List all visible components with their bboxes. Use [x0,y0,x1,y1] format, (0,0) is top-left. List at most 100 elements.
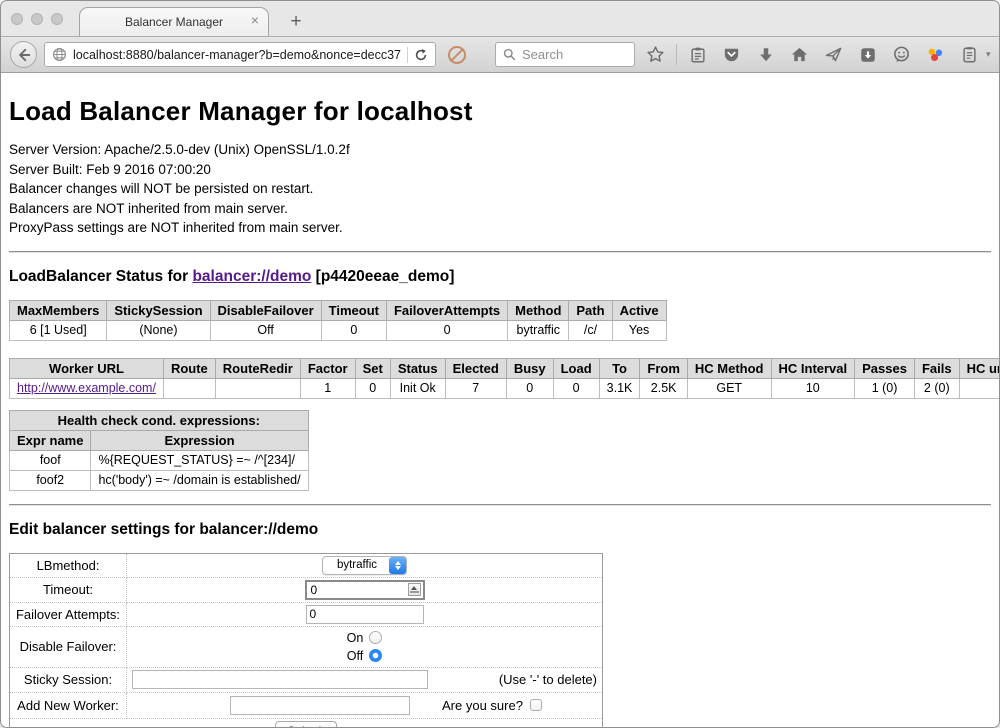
proxypass-note: ProxyPass settings are NOT inherited fro… [9,218,991,238]
lbmethod-selected-value: bytraffic [337,559,389,571]
browser-tab[interactable]: Balancer Manager × [79,7,269,36]
failover-attempts-input[interactable] [306,605,424,624]
are-you-sure-checkbox[interactable] [530,699,542,711]
toolbar-separator [676,44,677,65]
page-content: Load Balancer Manager for localhost Serv… [1,73,999,728]
timeout-label: Timeout: [10,577,127,602]
page-title: Load Balancer Manager for localhost [9,73,991,127]
edit-settings-heading: Edit balancer settings for balancer://de… [9,521,991,539]
balancer-demo-link[interactable]: balancer://demo [192,268,311,285]
submit-button[interactable]: Submit [275,721,336,728]
blocked-content-icon[interactable] [443,41,470,68]
radio-off-label: Off [347,649,363,663]
balancer-settings-form: LBmethod: bytraffic Timeout: 0 [9,553,603,728]
failover-attempts-label: Failover Attempts: [10,602,127,626]
url-bar[interactable]: localhost:8880/balancer-manager?b=demo&n… [44,42,436,67]
form-row-sticky: Sticky Session: (Use '-' to delete) [10,667,603,692]
inherit-note: Balancers are NOT inherited from main se… [9,199,991,219]
bookmark-star-icon[interactable] [642,41,669,68]
lbmethod-select[interactable]: bytraffic [322,556,407,575]
globe-icon [52,47,67,62]
close-window-button[interactable] [11,13,23,25]
download-box-icon[interactable] [854,41,881,68]
minimize-window-button[interactable] [31,13,43,25]
navigation-toolbar: localhost:8880/balancer-manager?b=demo&n… [1,36,999,73]
form-row-add-worker: Add New Worker: Are you sure? [10,692,603,718]
table-title-row: Health check cond. expressions: [10,410,309,430]
chat-smiley-icon[interactable] [888,41,915,68]
health-table-title: Health check cond. expressions: [10,410,309,430]
back-button[interactable] [10,41,37,68]
form-row-lbmethod: LBmethod: bytraffic [10,553,603,577]
col-maxmembers: MaxMembers [10,300,107,320]
pocket-icon[interactable] [718,41,745,68]
back-arrow-icon [17,48,31,62]
status-heading-prefix: LoadBalancer Status for [9,268,188,285]
dropdown-caret-icon[interactable]: ▾ [986,49,996,60]
download-helper-icon[interactable] [922,41,949,68]
new-tab-button[interactable]: + [283,11,309,33]
tab-close-icon[interactable]: × [251,13,259,27]
col-active: Active [612,300,666,320]
send-icon[interactable] [820,41,847,68]
health-check-table: Health check cond. expressions: Expr nam… [9,410,309,491]
url-text[interactable]: localhost:8880/balancer-manager?b=demo&n… [73,48,401,62]
loadbalancer-status-heading: LoadBalancer Status for balancer://demo … [9,268,991,286]
divider [9,251,991,253]
sticky-session-label: Sticky Session: [10,667,127,692]
worker-row: http://www.example.com/ 1 0 Init Ok 7 0 … [10,378,1000,398]
number-stepper-icon[interactable] [408,583,421,596]
balancer-status-table: MaxMembers StickySession DisableFailover… [9,300,667,341]
lbmethod-label: LBmethod: [10,553,127,577]
server-version: Server Version: Apache/2.5.0-dev (Unix) … [9,140,991,160]
sticky-session-hint: (Use '-' to delete) [499,672,599,687]
radio-on-label: On [347,631,364,645]
search-bar[interactable] [495,42,635,67]
timeout-input[interactable]: 0 [305,580,425,600]
timeout-value: 0 [311,583,318,597]
zoom-window-button[interactable] [51,13,63,25]
browser-window: Balancer Manager × + localhost:8880/bala… [0,0,1000,728]
persist-note: Balancer changes will NOT be persisted o… [9,179,991,199]
table-row: foof %{REQUEST_STATUS} =~ /^[234]/ [10,450,309,470]
table-header-row: Expr name Expression [10,430,309,450]
col-path: Path [569,300,612,320]
table-row: 6 [1 Used] (None) Off 0 0 bytraffic /c/ … [10,320,667,340]
divider [9,504,991,506]
search-icon [503,48,516,61]
col-stickysession: StickySession [107,300,210,320]
select-stepper-icon [389,557,406,574]
form-row-failover: Failover Attempts: [10,602,603,626]
tab-title: Balancer Manager [125,15,223,29]
form-row-submit: Submit [10,718,603,728]
col-method: Method [508,300,569,320]
table-header-row: Worker URL Route RouteRedir Factor Set S… [10,358,1000,378]
status-heading-suffix: [p4420eeae_demo] [316,268,455,285]
server-info: Server Version: Apache/2.5.0-dev (Unix) … [9,140,991,238]
worker-url-link[interactable]: http://www.example.com/ [17,381,156,395]
home-icon[interactable] [786,41,813,68]
panel-list-icon[interactable] [956,41,983,68]
tab-bar: Balancer Manager × + [1,1,999,36]
search-input[interactable] [522,47,627,62]
table-header-row: MaxMembers StickySession DisableFailover… [10,300,667,320]
col-disablefailover: DisableFailover [210,300,321,320]
disable-failover-label: Disable Failover: [10,626,127,667]
col-timeout: Timeout [321,300,386,320]
table-row: foof2 hc('body') =~ /domain is establish… [10,470,309,490]
col-failoverattempts: FailoverAttempts [386,300,507,320]
are-you-sure-label: Are you sure? [442,698,523,713]
failover-off-radio[interactable] [369,649,382,662]
form-row-timeout: Timeout: 0 [10,577,603,602]
add-worker-input[interactable] [230,696,410,715]
failover-on-radio[interactable] [369,631,382,644]
reading-list-icon[interactable] [684,41,711,68]
sticky-session-input[interactable] [132,670,428,689]
downloads-icon[interactable] [752,41,779,68]
add-worker-label: Add New Worker: [10,692,127,718]
reload-icon[interactable] [414,48,428,62]
urlbar-divider [407,47,408,63]
worker-table: Worker URL Route RouteRedir Factor Set S… [9,358,999,399]
window-controls [11,13,63,25]
form-row-disable-failover: Disable Failover: On Off [10,626,603,667]
